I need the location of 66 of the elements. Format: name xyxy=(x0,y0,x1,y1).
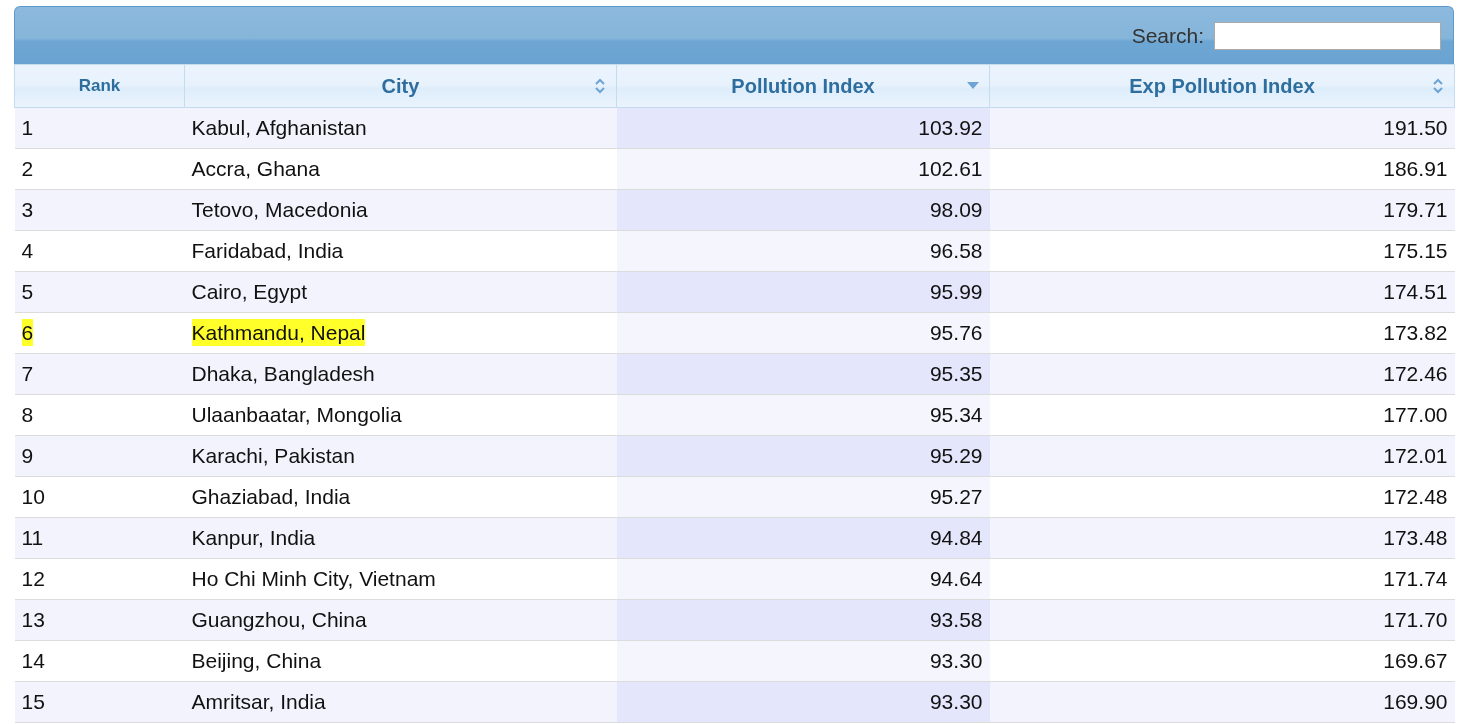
table-cell: 96.58 xyxy=(616,230,990,272)
table-cell: Kabul, Afghanistan xyxy=(184,107,617,149)
highlighted-cell: 6 xyxy=(14,312,185,354)
table-cell: 95.34 xyxy=(616,394,990,436)
table-cell: 95.35 xyxy=(616,353,990,395)
column-header[interactable]: Exp Pollution Index xyxy=(989,64,1455,108)
table-cell: 95.76 xyxy=(616,312,990,354)
table-cell: 11 xyxy=(14,517,185,559)
table-cell: 4 xyxy=(14,230,185,272)
table-cell: Beijing, China xyxy=(184,640,617,682)
table-cell: Guangzhou, China xyxy=(184,599,617,641)
table-cell: Dhaka, Bangladesh xyxy=(184,353,617,395)
highlighted-cell: Kathmandu, Nepal xyxy=(184,312,617,354)
table-cell: 186.91 xyxy=(989,148,1455,190)
table-cell: 172.01 xyxy=(989,435,1455,477)
table-cell: 14 xyxy=(14,640,185,682)
table-cell: 172.46 xyxy=(989,353,1455,395)
table-cell: 171.70 xyxy=(989,599,1455,641)
table-cell: Karachi, Pakistan xyxy=(184,435,617,477)
table-cell: Faridabad, India xyxy=(184,230,617,272)
table-cell: 10 xyxy=(14,476,185,518)
search-field[interactable] xyxy=(1214,21,1441,50)
table-cell: 94.64 xyxy=(616,558,990,600)
table-cell: 174.51 xyxy=(989,271,1455,313)
table-cell: 9 xyxy=(14,435,185,477)
table-cell: 172.48 xyxy=(989,476,1455,518)
table-cell: 12 xyxy=(14,558,185,600)
table-cell: 173.48 xyxy=(989,517,1455,559)
table-cell: Cairo, Egypt xyxy=(184,271,617,313)
column-header[interactable]: Pollution Index xyxy=(616,64,990,108)
table-cell: 93.30 xyxy=(616,681,990,723)
table-cell: 169.90 xyxy=(989,681,1455,723)
table-cell: 175.15 xyxy=(989,230,1455,272)
table-cell: 171.74 xyxy=(989,558,1455,600)
table-cell: 191.50 xyxy=(989,107,1455,149)
table-cell: 177.00 xyxy=(989,394,1455,436)
table-cell: 103.92 xyxy=(616,107,990,149)
table-cell: 13 xyxy=(14,599,185,641)
table-cell: 5 xyxy=(14,271,185,313)
table-cell: Kanpur, India xyxy=(184,517,617,559)
table-cell: 169.67 xyxy=(989,640,1455,682)
table-cell: 1 xyxy=(14,107,185,149)
table-cell: 173.82 xyxy=(989,312,1455,354)
table-cell: 8 xyxy=(14,394,185,436)
table-cell: Ghaziabad, India xyxy=(184,476,617,518)
table-cell: 102.61 xyxy=(616,148,990,190)
table-cell: 179.71 xyxy=(989,189,1455,231)
table-cell: Tetovo, Macedonia xyxy=(184,189,617,231)
table-cell: 94.84 xyxy=(616,517,990,559)
table-cell: 95.27 xyxy=(616,476,990,518)
search-label: Search: xyxy=(1131,23,1204,48)
table-cell: 95.99 xyxy=(616,271,990,313)
column-header[interactable]: Rank xyxy=(14,64,185,108)
table-cell: 95.29 xyxy=(616,435,990,477)
table-cell: Ulaanbaatar, Mongolia xyxy=(184,394,617,436)
table-cell: 15 xyxy=(14,681,185,723)
table-cell: Accra, Ghana xyxy=(184,148,617,190)
table-cell: 2 xyxy=(14,148,185,190)
table-cell: 93.30 xyxy=(616,640,990,682)
table-cell: 98.09 xyxy=(616,189,990,231)
table-cell: Ho Chi Minh City, Vietnam xyxy=(184,558,617,600)
table-cell: 93.58 xyxy=(616,599,990,641)
table-cell: 3 xyxy=(14,189,185,231)
table-cell: Amritsar, India xyxy=(184,681,617,723)
column-header[interactable]: City xyxy=(184,64,617,108)
table-cell: 7 xyxy=(14,353,185,395)
